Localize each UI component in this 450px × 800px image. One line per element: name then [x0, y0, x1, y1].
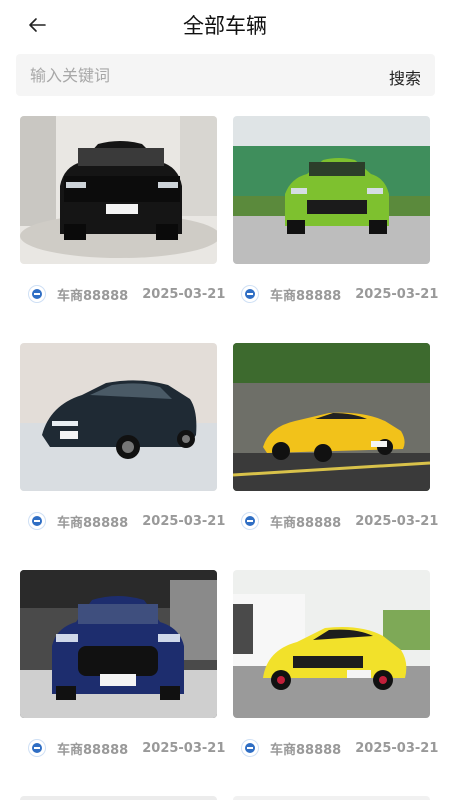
- page-title: 全部车辆: [183, 14, 267, 38]
- listing-meta: 车商88888 2025-03-21: [20, 736, 235, 760]
- dealer-name: 车商88888: [57, 742, 129, 758]
- listing-date: 2025-03-21: [142, 286, 226, 302]
- listing-date: 2025-03-21: [142, 513, 226, 529]
- search-bar: 搜索: [16, 54, 435, 96]
- dealer-name: 车商88888: [57, 288, 129, 304]
- listing-meta: 车商88888 2025-03-21: [233, 282, 448, 306]
- dealer-name: 车商88888: [57, 515, 129, 531]
- dealer-name: 车商88888: [270, 288, 342, 304]
- dealer-name: 车商88888: [270, 742, 342, 758]
- dealer-name: 车商88888: [270, 515, 342, 531]
- listing-date: 2025-03-21: [355, 513, 439, 529]
- listing-meta: 车商88888 2025-03-21: [233, 736, 448, 760]
- vehicle-photo[interactable]: [20, 570, 217, 718]
- listing-meta: 车商88888 2025-03-21: [20, 282, 235, 306]
- dealer-avatar-icon: [28, 739, 46, 757]
- vehicle-photo[interactable]: [233, 570, 430, 718]
- listing-meta: 车商88888 2025-03-21: [233, 509, 448, 533]
- dealer-avatar-icon: [28, 285, 46, 303]
- listing-date: 2025-03-21: [142, 740, 226, 756]
- vehicle-photo[interactable]: [20, 343, 217, 491]
- vehicle-photo[interactable]: [233, 796, 430, 800]
- dealer-avatar-icon: [241, 739, 259, 757]
- vehicle-photo[interactable]: [20, 116, 217, 264]
- app-header: 全部车辆: [0, 0, 450, 50]
- dealer-avatar-icon: [241, 512, 259, 530]
- search-button[interactable]: 搜索: [389, 65, 421, 89]
- dealer-avatar-icon: [28, 512, 46, 530]
- vehicle-photo[interactable]: [233, 116, 430, 264]
- vehicle-photo[interactable]: [20, 796, 217, 800]
- search-input[interactable]: [30, 54, 360, 96]
- listing-date: 2025-03-21: [355, 286, 439, 302]
- listing-date: 2025-03-21: [355, 740, 439, 756]
- listing-meta: 车商88888 2025-03-21: [20, 509, 235, 533]
- dealer-avatar-icon: [241, 285, 259, 303]
- vehicle-photo[interactable]: [233, 343, 430, 491]
